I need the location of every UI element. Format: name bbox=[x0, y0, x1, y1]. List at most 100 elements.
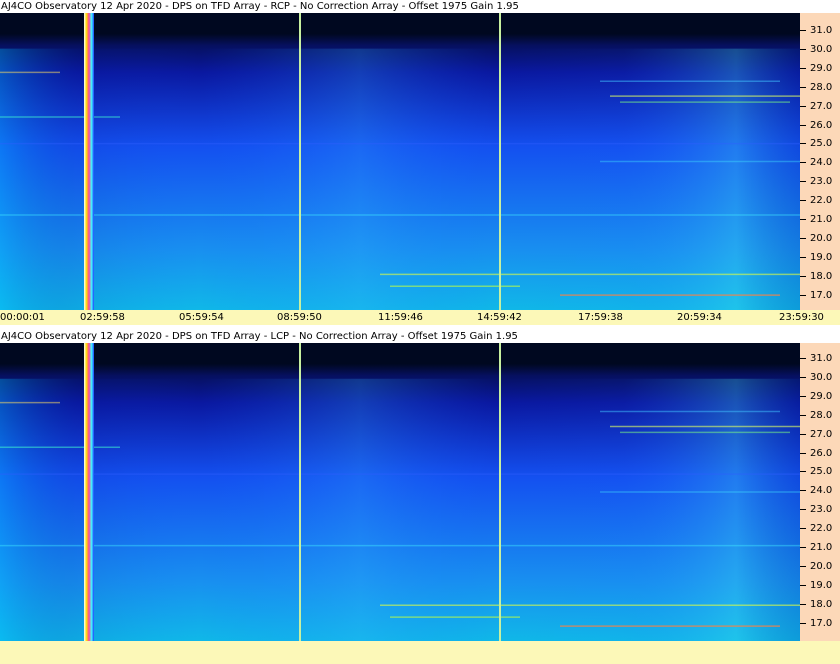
lcp-spectrogram[interactable] bbox=[0, 343, 800, 641]
frequency-label: 25.0 bbox=[810, 138, 833, 150]
frequency-tick: 26.0 bbox=[800, 120, 840, 132]
tick-mark bbox=[800, 528, 806, 530]
tick-mark bbox=[800, 237, 806, 239]
status-strip bbox=[0, 641, 840, 664]
frequency-label: 23.0 bbox=[810, 176, 833, 188]
time-label: 17:59:38 bbox=[578, 312, 623, 323]
frequency-label: 30.0 bbox=[810, 43, 833, 55]
tick-mark bbox=[800, 603, 806, 605]
tick-mark bbox=[800, 294, 806, 296]
frequency-tick: 19.0 bbox=[800, 252, 840, 264]
frequency-label: 20.0 bbox=[810, 560, 833, 572]
frequency-label: 21.0 bbox=[810, 542, 833, 553]
frequency-tick: 24.0 bbox=[800, 157, 840, 169]
frequency-label: 30.0 bbox=[810, 371, 833, 383]
frequency-label: 25.0 bbox=[810, 466, 833, 478]
time-label: 23:59:30 bbox=[779, 312, 824, 323]
frequency-label: 21.0 bbox=[810, 214, 833, 225]
frequency-label: 18.0 bbox=[810, 270, 833, 282]
frequency-tick: 21.0 bbox=[800, 542, 840, 554]
spectrogram-daylight bbox=[0, 48, 800, 310]
tick-mark bbox=[800, 622, 806, 624]
frequency-label: 19.0 bbox=[810, 251, 833, 263]
frequency-label: 17.0 bbox=[810, 617, 833, 629]
tick-mark bbox=[800, 414, 806, 416]
frequency-label: 20.0 bbox=[810, 232, 833, 244]
frequency-tick: 24.0 bbox=[800, 485, 840, 497]
rcp-panel: AJ4CO Observatory 12 Apr 2020 - DPS on T… bbox=[0, 0, 840, 328]
time-label: 08:59:50 bbox=[277, 312, 322, 323]
frequency-label: 17.0 bbox=[810, 289, 833, 301]
tick-mark bbox=[800, 256, 806, 258]
frequency-tick: 20.0 bbox=[800, 561, 840, 573]
frequency-tick: 31.0 bbox=[800, 353, 840, 365]
tick-mark bbox=[800, 105, 806, 107]
tick-mark bbox=[800, 219, 806, 220]
time-label: 14:59:42 bbox=[477, 312, 522, 323]
lcp-frequency-scale: 31.0 30.0 29.0 28.0 27.0 26.0 25.0 24.0 23.0 22.0… bbox=[800, 343, 840, 641]
frequency-label: 29.0 bbox=[810, 62, 833, 74]
rcp-frequency-scale: 31.0 30.0 29.0 28.0 27.0 26.0 25.0 24.0 23.0 22.0… bbox=[800, 13, 840, 310]
frequency-tick: 18.0 bbox=[800, 599, 840, 611]
rcp-title-bar: AJ4CO Observatory 12 Apr 2020 - DPS on T… bbox=[0, 0, 840, 13]
tick-mark bbox=[800, 565, 806, 567]
frequency-label: 28.0 bbox=[810, 81, 833, 93]
frequency-tick: 19.0 bbox=[800, 580, 840, 592]
tick-mark bbox=[800, 162, 806, 164]
frequency-label: 26.0 bbox=[810, 447, 833, 459]
tick-mark bbox=[800, 490, 806, 492]
rcp-spectrogram[interactable] bbox=[0, 13, 800, 310]
frequency-tick: 25.0 bbox=[800, 138, 840, 150]
frequency-tick: 23.0 bbox=[800, 176, 840, 188]
tick-mark bbox=[800, 376, 806, 378]
frequency-tick: 27.0 bbox=[800, 429, 840, 441]
frequency-label: 19.0 bbox=[810, 579, 833, 591]
tick-mark bbox=[800, 358, 806, 359]
frequency-tick: 20.0 bbox=[800, 233, 840, 245]
frequency-tick: 17.0 bbox=[800, 290, 840, 302]
frequency-label: 27.0 bbox=[810, 428, 833, 440]
frequency-label: 24.0 bbox=[810, 157, 833, 169]
tick-mark bbox=[800, 395, 806, 397]
frequency-tick: 29.0 bbox=[800, 391, 840, 403]
tick-mark bbox=[800, 584, 806, 586]
tick-mark bbox=[800, 143, 806, 145]
tick-mark bbox=[800, 30, 806, 31]
frequency-tick: 27.0 bbox=[800, 101, 840, 113]
frequency-tick: 17.0 bbox=[800, 618, 840, 630]
tick-mark bbox=[800, 471, 806, 473]
tick-mark bbox=[800, 433, 806, 435]
tick-mark bbox=[800, 509, 806, 511]
frequency-tick: 30.0 bbox=[800, 44, 840, 56]
lcp-title-bar: AJ4CO Observatory 12 Apr 2020 - DPS on T… bbox=[0, 330, 840, 343]
tick-mark bbox=[800, 275, 806, 277]
frequency-tick: 28.0 bbox=[800, 410, 840, 422]
frequency-label: 24.0 bbox=[810, 485, 833, 497]
lcp-panel: AJ4CO Observatory 12 Apr 2020 - DPS on T… bbox=[0, 330, 840, 641]
frequency-tick: 22.0 bbox=[800, 523, 840, 535]
frequency-tick: 22.0 bbox=[800, 195, 840, 207]
frequency-label: 31.0 bbox=[810, 353, 833, 364]
tick-mark bbox=[800, 200, 806, 202]
time-label: 05:59:54 bbox=[179, 312, 224, 323]
frequency-tick: 31.0 bbox=[800, 25, 840, 37]
frequency-tick: 26.0 bbox=[800, 448, 840, 460]
rfi-vertical-band bbox=[84, 343, 94, 641]
frequency-label: 22.0 bbox=[810, 195, 833, 207]
tick-mark bbox=[800, 48, 806, 50]
frequency-tick: 21.0 bbox=[800, 214, 840, 226]
rfi-vertical-band bbox=[84, 13, 94, 310]
frequency-tick: 23.0 bbox=[800, 504, 840, 516]
tick-mark bbox=[800, 86, 806, 88]
spectrogram-daylight bbox=[0, 378, 800, 641]
tick-mark bbox=[800, 67, 806, 69]
frequency-label: 31.0 bbox=[810, 25, 833, 36]
tick-mark bbox=[800, 452, 806, 454]
time-label: 11:59:46 bbox=[378, 312, 423, 323]
frequency-label: 22.0 bbox=[810, 523, 833, 535]
tick-mark bbox=[800, 124, 806, 126]
rcp-time-axis: 00:00:01 02:59:58 05:59:54 08:59:50 11:59:46… bbox=[0, 310, 840, 325]
time-label: 00:00:01 bbox=[0, 312, 45, 323]
frequency-tick: 29.0 bbox=[800, 63, 840, 75]
frequency-tick: 30.0 bbox=[800, 372, 840, 384]
